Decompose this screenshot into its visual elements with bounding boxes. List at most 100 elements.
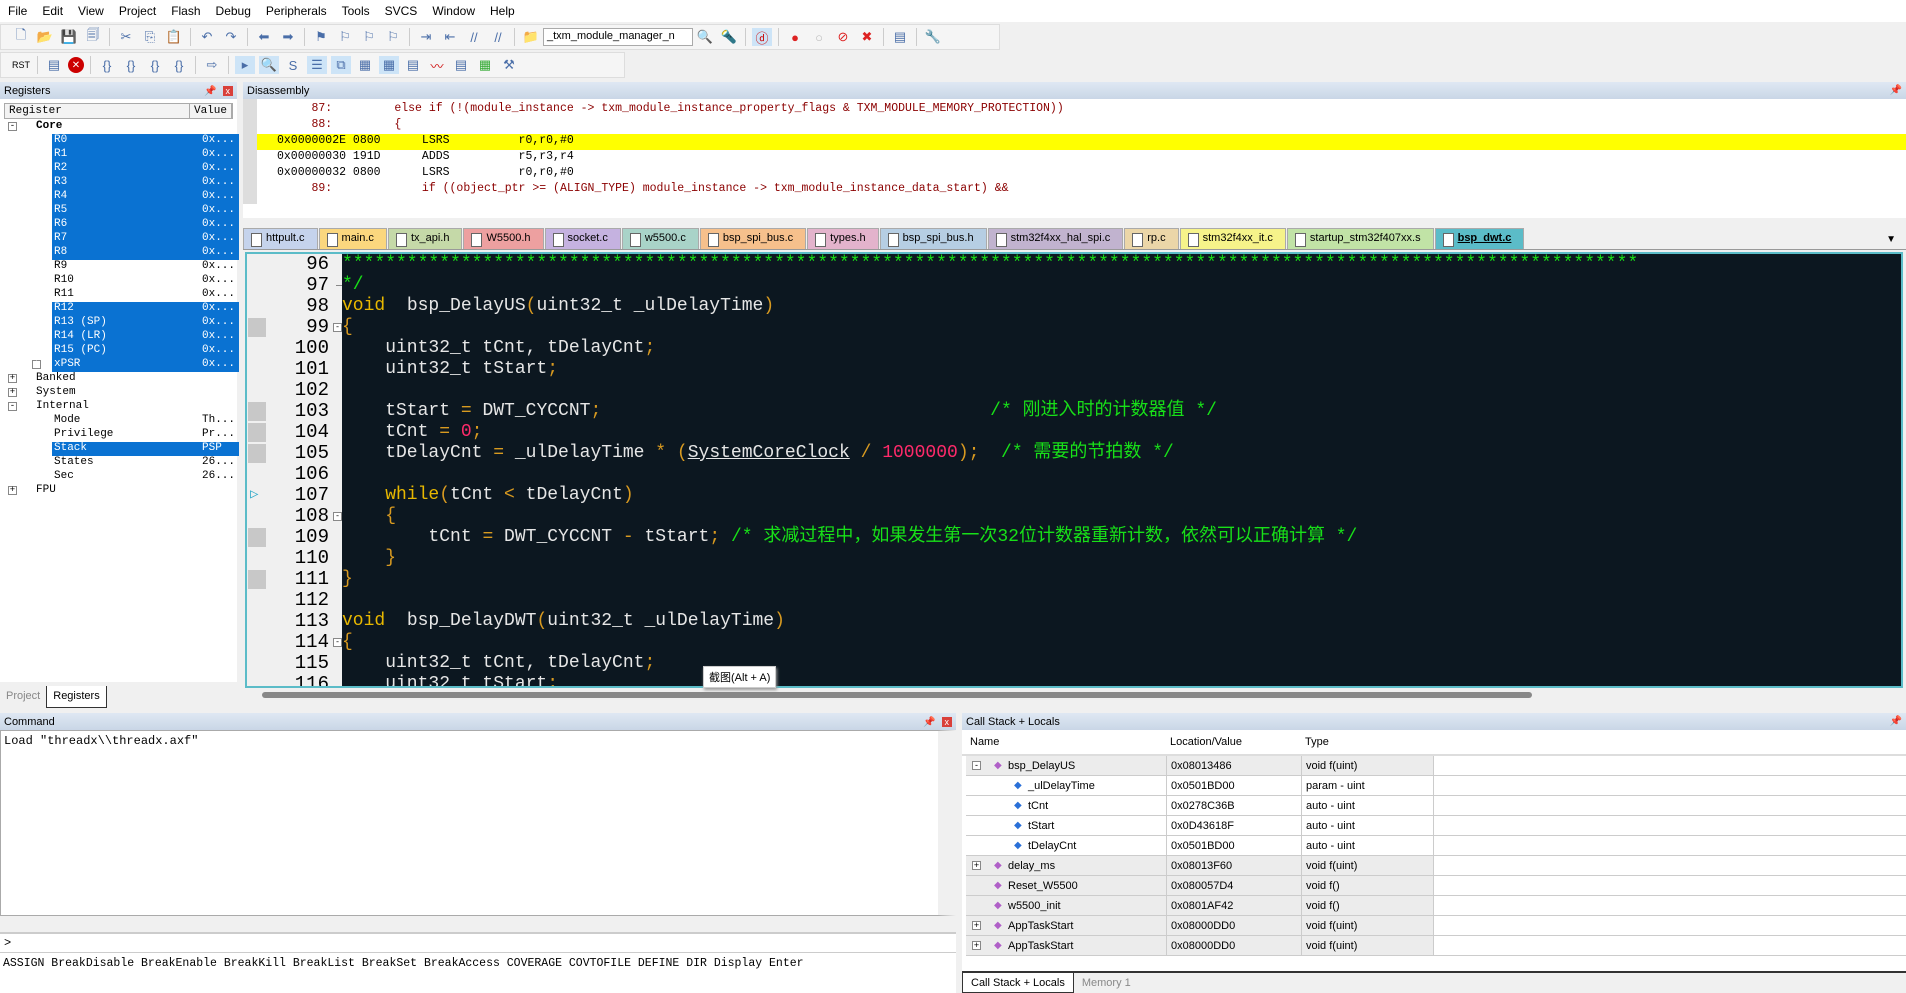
collapse-icon[interactable]: - <box>8 402 17 411</box>
register-row[interactable]: + Banked <box>4 372 237 386</box>
disassembly-line[interactable]: 0x00000032 0800 LSRS r0,r0,#0 <box>257 166 1906 182</box>
stop-icon[interactable]: ✕ <box>68 57 84 73</box>
code-line[interactable]: tCnt = DWT_CYCCNT - tStart; /* 求减过程中，如果发… <box>342 527 1901 548</box>
line-number[interactable]: 111 <box>247 569 342 590</box>
register-row[interactable]: R6 0x... <box>4 218 239 232</box>
line-number-gutter[interactable]: 96 97 98 99-100 101 102 103 104 105 106 ▷ 107 108-10… <box>247 254 342 686</box>
register-row[interactable]: R12 0x... <box>4 302 239 316</box>
step-over-icon[interactable]: {} <box>121 56 141 74</box>
file-tab[interactable]: rp.c <box>1124 228 1179 249</box>
register-row[interactable]: Stack PSP <box>4 442 239 456</box>
find-icon[interactable]: 🔍 <box>695 28 715 46</box>
code-line[interactable]: { <box>342 632 1901 653</box>
forward-icon[interactable]: ➡ <box>278 28 298 46</box>
code-line[interactable]: uint32_t tStart; <box>342 674 1901 686</box>
disassembly-listing[interactable]: 87: else if (!(module_instance -> txm_mo… <box>243 99 1906 204</box>
fold-icon[interactable]: - <box>333 512 342 521</box>
comment-icon[interactable]: // <box>464 28 484 46</box>
code-line[interactable]: void bsp_DelayUS(uint32_t _ulDelayTime) <box>342 296 1901 317</box>
collapse-icon[interactable]: - <box>8 122 17 131</box>
unindent-icon[interactable]: ⇤ <box>440 28 460 46</box>
breakpoint-slot[interactable] <box>248 528 266 547</box>
target-combo[interactable]: _txm_module_manager_n <box>543 28 693 46</box>
register-row[interactable]: R15 (PC) 0x... <box>4 344 239 358</box>
register-row[interactable]: R0 0x... <box>4 134 239 148</box>
code-line[interactable]: tStart = DWT_CYCCNT; /* 刚进入时的计数器值 */ <box>342 401 1901 422</box>
system-viewer-icon[interactable]: ▦ <box>475 56 495 74</box>
command-hscroll[interactable] <box>0 916 956 932</box>
command-window-icon[interactable]: ▸ <box>235 56 255 74</box>
register-row[interactable]: R1 0x... <box>4 148 239 162</box>
close-icon[interactable]: x <box>941 716 952 727</box>
debug-session-icon[interactable]: ⓓ <box>752 28 772 46</box>
menu-item-peripherals[interactable]: Peripherals <box>266 4 327 18</box>
register-row[interactable]: + System <box>4 386 237 400</box>
file-tab[interactable]: main.c <box>318 228 387 249</box>
code-line[interactable] <box>342 590 1901 611</box>
file-tab[interactable]: w5500.c <box>621 228 699 249</box>
code-line[interactable]: uint32_t tCnt, tDelayCnt; <box>342 653 1901 674</box>
register-row[interactable]: R14 (LR) 0x... <box>4 330 239 344</box>
fold-icon[interactable]: - <box>333 323 342 332</box>
scrollbar-thumb[interactable] <box>262 692 1532 698</box>
pin-icon[interactable]: 📌 <box>1890 716 1902 727</box>
line-number[interactable]: 100 <box>247 338 342 359</box>
code-line[interactable] <box>342 380 1901 401</box>
menu-item-project[interactable]: Project <box>119 4 156 18</box>
callstack-frame[interactable]: + ◆ AppTaskStart 0x08000DD0 void f(uint) <box>966 936 1906 956</box>
register-row[interactable]: - Core <box>4 120 237 134</box>
callstack-frame[interactable]: ◆ w5500_init 0x0801AF42 void f() <box>966 896 1906 916</box>
prev-bookmark-icon[interactable]: ⚐ <box>335 28 355 46</box>
open-icon[interactable]: 📂 <box>35 28 55 46</box>
register-row[interactable]: States 26... <box>4 456 237 470</box>
code-line[interactable] <box>342 464 1901 485</box>
uncomment-icon[interactable]: // <box>488 28 508 46</box>
menu-item-edit[interactable]: Edit <box>42 4 63 18</box>
local-variable[interactable]: ◆ tDelayCnt 0x0501BD00 auto - uint <box>966 836 1906 856</box>
callstack-frame[interactable]: - ◆ bsp_DelayUS 0x08013486 void f(uint) <box>966 756 1906 776</box>
file-tab[interactable]: httpult.c <box>243 228 318 249</box>
configure-icon[interactable]: 🔧 <box>923 28 943 46</box>
copy-icon[interactable]: ⎘ <box>140 28 160 46</box>
tab-callstack-locals[interactable]: Call Stack + Locals <box>962 973 1074 993</box>
indent-icon[interactable]: ⇥ <box>416 28 436 46</box>
fold-icon[interactable]: - <box>333 638 342 647</box>
breakpoint-icon[interactable]: ● <box>785 28 805 46</box>
clear-bookmarks-icon[interactable]: ⚐ <box>383 28 403 46</box>
line-number[interactable]: 113 <box>247 611 342 632</box>
code-line[interactable]: void bsp_DelayDWT(uint32_t _ulDelayTime) <box>342 611 1901 632</box>
code-line[interactable]: } <box>342 548 1901 569</box>
line-number[interactable]: 109 <box>247 527 342 548</box>
expand-icon[interactable]: + <box>972 941 981 950</box>
toolbox-icon[interactable]: ⚒ <box>499 56 519 74</box>
register-row[interactable]: R7 0x... <box>4 232 239 246</box>
file-tab[interactable]: types.h <box>807 228 879 249</box>
expand-icon[interactable]: + <box>8 388 17 397</box>
tab-list-dropdown-icon[interactable]: ▼ <box>1876 230 1906 249</box>
code-line[interactable]: tCnt = 0; <box>342 422 1901 443</box>
code-line[interactable]: { <box>342 317 1901 338</box>
line-number[interactable]: 104 <box>247 422 342 443</box>
step-out-icon[interactable]: {} <box>145 56 165 74</box>
code-editor[interactable]: 96 97 98 99-100 101 102 103 104 105 106 ▷ 107 108-10… <box>245 252 1903 688</box>
editor-horizontal-scrollbar[interactable] <box>247 688 1903 702</box>
value-column-header[interactable]: Value <box>189 104 232 118</box>
disable-all-breakpoints-icon[interactable]: ⊘ <box>833 28 853 46</box>
code-line[interactable]: tDelayCnt = _ulDelayTime * (SystemCoreCl… <box>342 443 1901 464</box>
line-number[interactable]: 114- <box>247 632 342 653</box>
analysis-window-icon[interactable]: 〰 <box>427 56 447 74</box>
disassembly-line[interactable]: 0x00000030 191D ADDS r5,r3,r4 <box>257 150 1906 166</box>
register-row[interactable]: - Internal <box>4 400 237 414</box>
register-row[interactable]: R9 0x... <box>4 260 237 274</box>
expand-icon[interactable]: + <box>8 486 17 495</box>
serial-window-icon[interactable]: ▤ <box>403 56 423 74</box>
window-layout-icon[interactable]: ▤ <box>890 28 910 46</box>
symbols-window-icon[interactable]: S <box>283 56 303 74</box>
code-line[interactable]: ****************************************… <box>342 254 1901 275</box>
menu-item-window[interactable]: Window <box>432 4 475 18</box>
new-file-icon[interactable]: 🗋 <box>11 27 31 46</box>
line-number[interactable]: 116 <box>247 674 342 687</box>
line-number[interactable]: 105 <box>247 443 342 464</box>
close-icon[interactable]: x <box>222 85 233 96</box>
name-column-header[interactable]: Name <box>962 736 1166 748</box>
